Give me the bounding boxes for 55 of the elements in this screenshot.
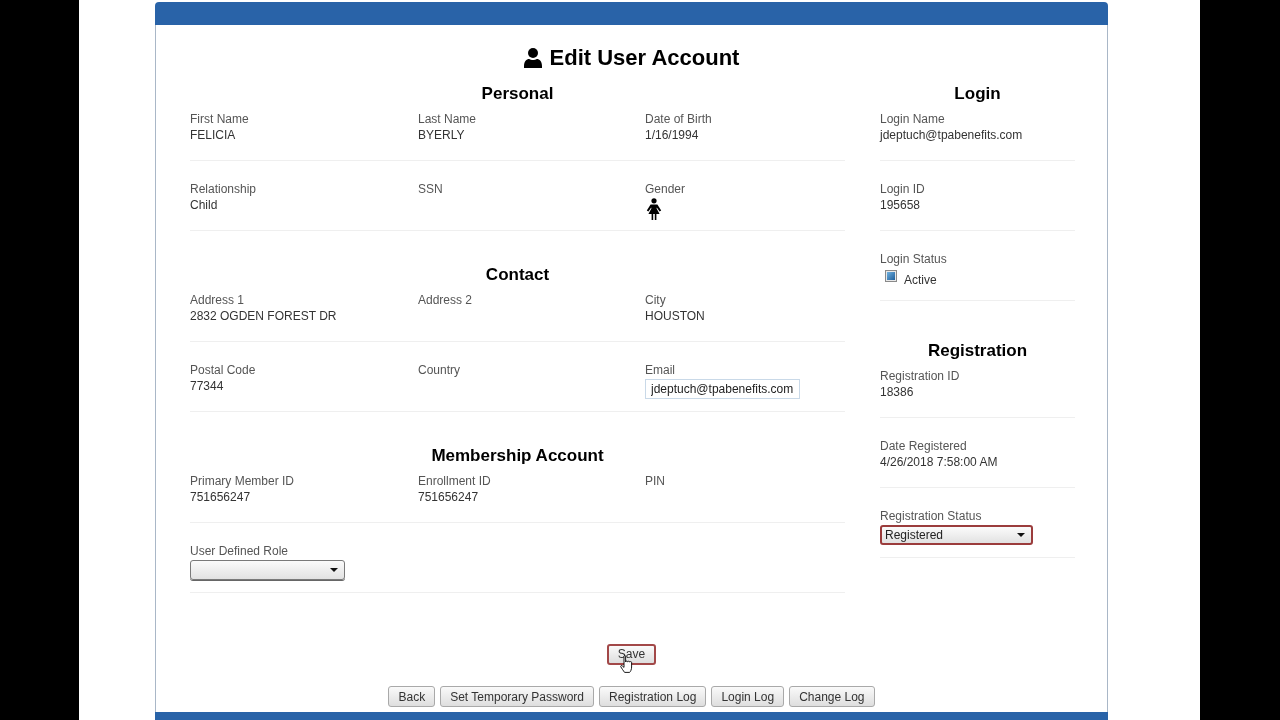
user-icon [523,48,542,69]
field-label: Gender [645,181,686,198]
field-label: City [645,292,666,309]
section-heading: Contact [484,264,551,287]
section-heading: Personal [480,83,555,106]
field-value: FELICIA [190,127,236,144]
field-label: Primary Member ID [190,473,294,490]
field-label: Login ID [880,181,925,198]
field-label: Date of Birth [645,111,712,128]
field-label: SSN [418,181,443,198]
input-field[interactable]: jdeptuch@tpabenefits.com [645,379,800,400]
field-label: Enrollment ID [418,473,491,490]
field-label: Country [418,362,461,379]
field-label: PIN [645,473,665,490]
field-label: Relationship [190,181,257,198]
field-value: Child [190,197,218,214]
section-heading: Registration [926,340,1029,363]
field-value: 18386 [880,384,914,401]
field-value: 2832 OGDEN FOREST DR [190,308,337,325]
action-button[interactable]: Back [388,686,436,708]
field-value: 4/26/2018 7:58:00 AM [880,454,998,471]
section-heading: Login [953,83,1002,106]
caret-icon [330,568,338,573]
field-label: Email [645,362,675,379]
action-button[interactable]: Change Log [789,686,875,708]
field-value: jdeptuch@tpabenefits.com [880,127,1023,144]
female-icon [645,198,663,221]
field-value: 1/16/1994 [645,127,699,144]
page-title: Edit User Account [549,44,740,73]
field-label: Last Name [418,111,477,128]
section-heading: Membership Account [430,445,605,468]
field-label: Login Status [880,251,947,268]
action-button[interactable]: Set Temporary Password [440,686,594,708]
field-value: 751656247 [190,489,251,506]
field-value: 751656247 [418,489,479,506]
field-value: BYERLY [418,127,465,144]
field-label: Registration ID [880,368,960,385]
checkbox-label: Active [904,272,937,289]
dropdown[interactable]: Registered [880,525,1033,546]
field-label: Postal Code [190,362,256,379]
action-button[interactable]: Login Log [711,686,785,708]
field-label: User Defined Role [190,543,289,560]
action-button[interactable]: Registration Log [599,686,707,708]
field-label: Login Name [880,111,945,128]
field-label: First Name [190,111,249,128]
field-value: 195658 [880,197,921,214]
checkbox[interactable] [885,270,897,283]
field-value: 77344 [190,378,224,395]
field-value: HOUSTON [645,308,705,325]
field-label: Date Registered [880,438,967,455]
caret-icon [1017,533,1025,538]
field-label: Registration Status [880,508,982,525]
dropdown[interactable] [190,560,345,581]
field-label: Address 1 [190,292,245,309]
field-label: Address 2 [418,292,473,309]
